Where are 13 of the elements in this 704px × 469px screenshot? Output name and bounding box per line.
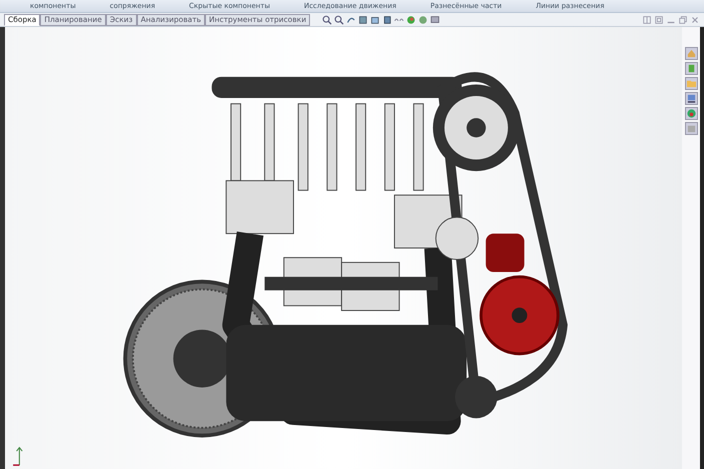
monitor-icon[interactable] [684, 92, 698, 105]
globe-icon[interactable] [684, 107, 698, 120]
close-icon[interactable] [690, 14, 700, 24]
monitor-icon[interactable] [430, 14, 440, 24]
axis-triad-icon [11, 445, 25, 467]
sphere-icon[interactable] [418, 14, 428, 24]
zoom-icon[interactable] [322, 14, 332, 24]
house-icon[interactable] [684, 47, 698, 60]
tile-icon[interactable] [642, 14, 652, 24]
globe-icon[interactable] [406, 14, 416, 24]
zoom-icon[interactable] [334, 14, 344, 24]
tile-icon[interactable] [654, 14, 664, 24]
restore-icon[interactable] [678, 14, 688, 24]
